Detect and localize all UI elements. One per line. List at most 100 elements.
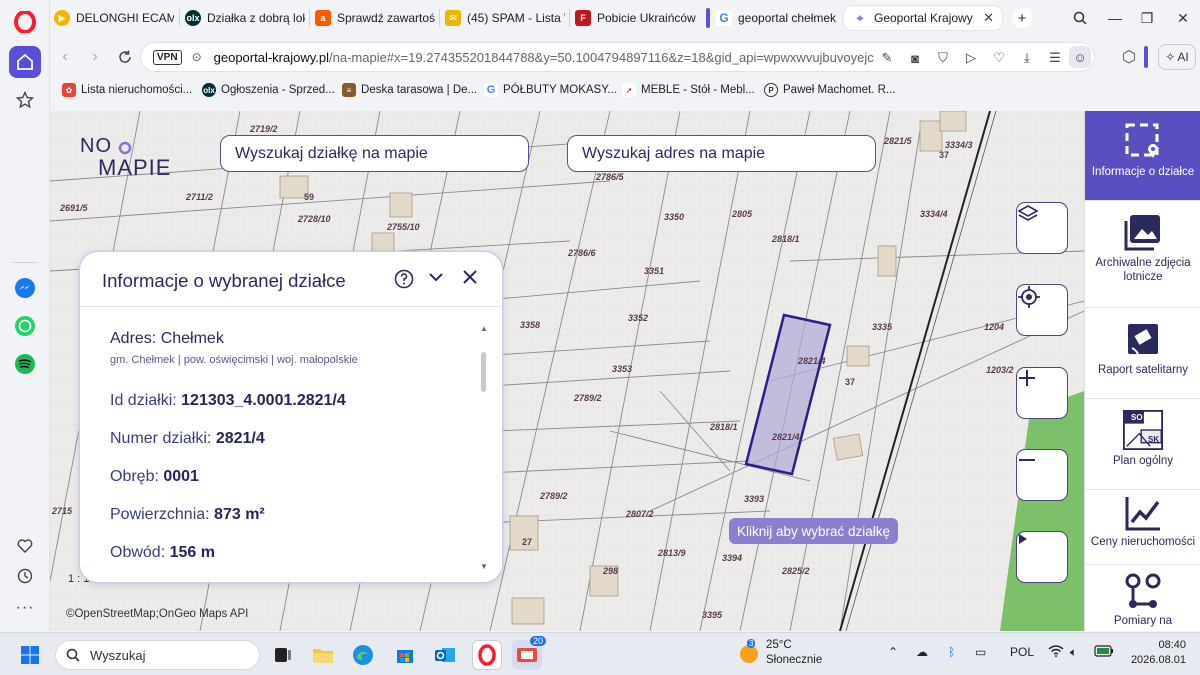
play-icon: ▶ bbox=[54, 10, 70, 26]
panel-scrollbar[interactable]: ▲ ▼ bbox=[480, 324, 488, 574]
bookmark-meble[interactable]: ➚ MEBLE - Stół - Mebl... bbox=[622, 83, 755, 97]
zoom-in-button[interactable] bbox=[1016, 367, 1068, 419]
store-icon[interactable] bbox=[390, 640, 420, 670]
app-badge-icon[interactable]: 20 bbox=[512, 636, 547, 670]
bookmark-lista[interactable]: ✿ Lista nieruchomości... bbox=[62, 83, 192, 97]
parcel-label: 2789/2 bbox=[574, 393, 602, 403]
aria-ai-button[interactable]: ✧ AI bbox=[1158, 44, 1196, 70]
file-explorer-icon[interactable] bbox=[308, 640, 338, 670]
tray-chevron-up-icon[interactable]: ⌃ bbox=[888, 645, 898, 659]
tab-delonghi[interactable]: ▶ DELONGHI ECAM47( bbox=[54, 6, 174, 30]
opera-logo-icon[interactable] bbox=[9, 6, 41, 38]
bookmark-polbuty[interactable]: G PÓŁBUTY MOKASY... bbox=[484, 83, 617, 97]
tab-fakt[interactable]: F Pobicie Ukraińców w bbox=[575, 6, 697, 30]
tab-label: Działka z dobrą lokal bbox=[207, 11, 305, 25]
clock[interactable]: 08:40 2026.08.01 bbox=[1126, 638, 1186, 668]
panel-item-satellite[interactable]: Raport satelitarny bbox=[1085, 309, 1200, 399]
close-icon[interactable] bbox=[462, 269, 484, 291]
vpn-badge[interactable]: VPN bbox=[153, 49, 182, 65]
history-icon[interactable] bbox=[9, 560, 41, 592]
new-tab-icon[interactable]: + bbox=[1012, 8, 1032, 28]
panel-item-measure[interactable]: Pomiary na bbox=[1085, 566, 1200, 632]
panel-item-prices[interactable]: Ceny nieruchomości bbox=[1085, 483, 1200, 565]
search-parcel-button[interactable]: Wyszukaj działkę na mapie bbox=[220, 135, 529, 172]
heart-icon[interactable]: ♡ bbox=[991, 50, 1007, 66]
heart-icon[interactable] bbox=[9, 530, 41, 562]
search-placeholder: Wyszukaj bbox=[90, 647, 146, 663]
close-tab-icon[interactable]: ✕ bbox=[983, 10, 994, 26]
easy-setup-icon[interactable]: ☰ bbox=[1047, 50, 1063, 66]
weather-widget[interactable]: 3 25°C Słonecznie bbox=[738, 639, 858, 671]
home-icon[interactable] bbox=[9, 46, 41, 78]
shield-icon[interactable]: ⛉ bbox=[935, 50, 951, 66]
language-indicator[interactable]: POL bbox=[1010, 645, 1034, 659]
crosshair-icon bbox=[1018, 286, 1040, 308]
profile-icon[interactable]: ☺ bbox=[1069, 46, 1091, 68]
url-bar[interactable]: VPN ⊙ geoportal-krajowy.pl/na-mapie#x=19… bbox=[140, 42, 1095, 72]
back-icon[interactable]: ‹ bbox=[54, 46, 76, 68]
wifi-icon[interactable] bbox=[1048, 645, 1064, 660]
cloud-icon[interactable]: ☁ bbox=[916, 645, 928, 659]
parcel-label: 3352 bbox=[628, 313, 649, 323]
scroll-thumb[interactable] bbox=[481, 352, 486, 392]
chevron-down-icon[interactable] bbox=[428, 269, 450, 291]
messenger-icon[interactable] bbox=[9, 272, 41, 304]
panel-item-label: Archiwalne zdjęcia lotnicze bbox=[1095, 257, 1191, 283]
whatsapp-icon[interactable] bbox=[9, 310, 41, 342]
expand-button[interactable] bbox=[1016, 531, 1068, 583]
forward-icon[interactable]: › bbox=[84, 46, 106, 68]
map-attribution[interactable]: ©OpenStreetMap;OnGeo Maps API bbox=[66, 608, 248, 620]
minimize-icon[interactable]: — bbox=[1100, 6, 1130, 30]
panel-item-aerial-photos[interactable]: Archiwalne zdjęcia lotnicze bbox=[1085, 202, 1200, 308]
locate-button[interactable] bbox=[1016, 284, 1068, 336]
bookmark-pawel[interactable]: P Paweł Machomet. R... bbox=[764, 83, 895, 97]
help-icon[interactable] bbox=[394, 269, 416, 291]
outlook-icon[interactable] bbox=[430, 640, 460, 670]
url-text[interactable]: geoportal-krajowy.pl/na-mapie#x=19.27435… bbox=[214, 50, 874, 65]
task-view-icon[interactable] bbox=[268, 640, 298, 670]
display-icon[interactable]: ▭ bbox=[975, 645, 986, 659]
volume-icon[interactable]: 🔈︎ bbox=[1070, 645, 1077, 660]
layers-button[interactable] bbox=[1016, 202, 1068, 254]
camera-icon[interactable]: ◙ bbox=[907, 50, 923, 66]
reload-icon[interactable] bbox=[114, 46, 136, 68]
panel-title: Informacje o wybranej działce bbox=[102, 270, 346, 291]
opera-taskbar-icon[interactable] bbox=[472, 640, 502, 670]
map-viewport[interactable]: 2719/2 2711/2 2691/5 2728/10 59 2755/10 … bbox=[50, 111, 1084, 631]
location-pin-icon: ⌖ bbox=[852, 10, 868, 26]
battery-icon[interactable] bbox=[1094, 645, 1114, 660]
bookmark-deska[interactable]: ≡ Deska tarasowa | De... bbox=[342, 83, 477, 97]
taskbar-search[interactable]: Wyszukaj bbox=[55, 640, 260, 670]
zoom-out-button[interactable] bbox=[1016, 449, 1068, 501]
star-icon[interactable] bbox=[9, 84, 41, 116]
panel-item-parcel-info[interactable]: Informacje o działce bbox=[1085, 111, 1200, 201]
tab-spam-mail[interactable]: ✉ (45) SPAM - Lista W bbox=[445, 6, 565, 30]
site-info-icon[interactable]: ⊙ bbox=[192, 50, 202, 64]
windows-start-icon[interactable] bbox=[15, 640, 45, 670]
more-icon[interactable]: ··· bbox=[9, 592, 41, 624]
parcel-label: 2818/1 bbox=[710, 422, 738, 432]
no-mapie-logo[interactable]: NO MAPIE bbox=[80, 135, 190, 183]
ai-spark-icon: ✧ bbox=[1165, 50, 1176, 64]
minus-icon bbox=[1019, 459, 1035, 461]
tab-allegro[interactable]: a Sprawdź zawartość bbox=[315, 6, 435, 30]
scroll-down-icon[interactable]: ▼ bbox=[480, 562, 488, 571]
send-icon[interactable]: ▷ bbox=[963, 50, 979, 66]
bluetooth-icon[interactable]: ᛒ bbox=[948, 645, 955, 659]
scroll-up-icon[interactable]: ▲ bbox=[480, 324, 488, 333]
fakt-icon: F bbox=[575, 10, 591, 26]
tab-olx-dzialka[interactable]: olx Działka z dobrą lokal bbox=[185, 6, 305, 30]
edit-icon[interactable]: ✎ bbox=[879, 50, 895, 66]
tab-google-geoportal[interactable]: G geoportal chełmek bbox=[716, 6, 838, 30]
tab-geoportal-active[interactable]: ⌖ Geoportal Krajowy ma ✕ bbox=[844, 6, 1002, 30]
close-window-icon[interactable]: ✕ bbox=[1168, 6, 1198, 30]
spotify-icon[interactable] bbox=[9, 348, 41, 380]
panel-item-general-plan[interactable]: SO SK Plan ogólny bbox=[1085, 400, 1200, 490]
edge-icon[interactable] bbox=[348, 640, 378, 670]
extensions-icon[interactable]: ⬡ bbox=[1118, 46, 1140, 68]
bookmark-olx[interactable]: olx Ogłoszenia - Sprzed... bbox=[202, 83, 335, 97]
search-address-button[interactable]: Wyszukaj adres na mapie bbox=[567, 135, 876, 172]
search-tabs-icon[interactable] bbox=[1065, 6, 1095, 30]
restore-icon[interactable]: ❐ bbox=[1132, 6, 1162, 30]
download-icon[interactable]: ⤓ bbox=[1019, 50, 1035, 66]
